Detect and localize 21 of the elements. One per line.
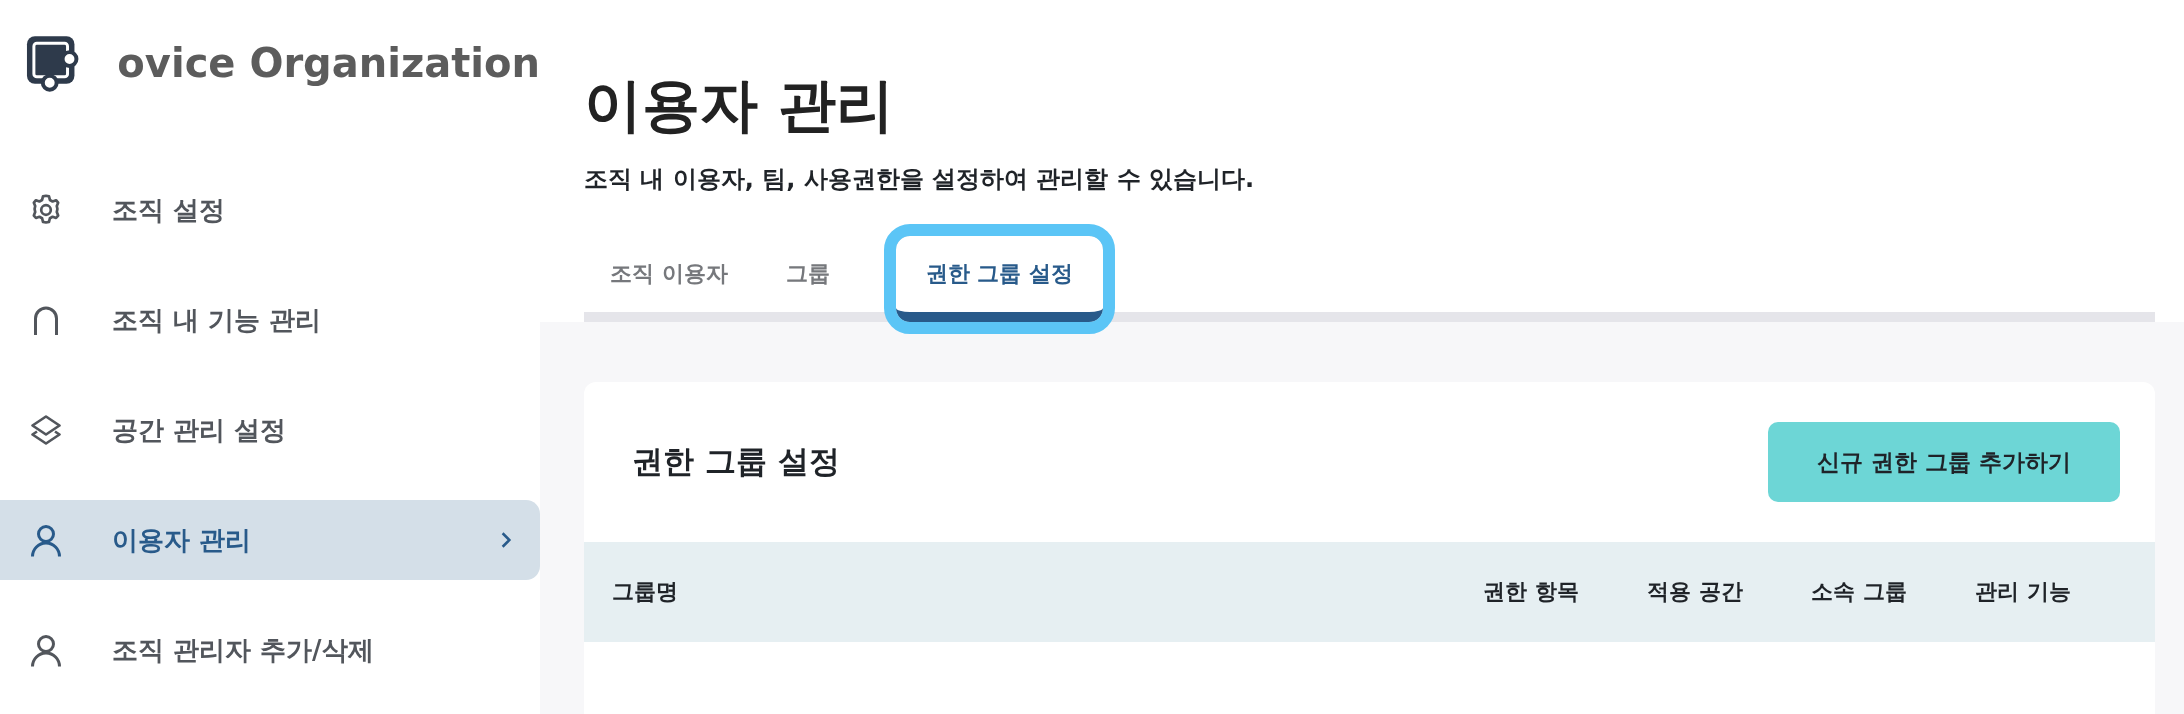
sidebar-item[interactable]: 조직 내 기능 관리	[0, 280, 540, 360]
column-header: 그룹명	[612, 578, 679, 606]
sidebar-item[interactable]: 공간 관리 설정	[0, 390, 540, 470]
person-icon	[28, 632, 64, 668]
column-header: 적용 공간	[1646, 578, 1744, 606]
column-header: 권한 항목	[1482, 578, 1580, 606]
panel-title: 권한 그룹 설정	[632, 442, 840, 481]
chevron-right-icon	[500, 531, 512, 549]
page-subtitle: 조직 내 이용자, 팀, 사용권한을 설정하여 관리할 수 있습니다.	[584, 164, 1256, 195]
page-title: 이용자 관리	[584, 70, 896, 141]
column-header: 관리 기능	[1974, 578, 2072, 606]
person-icon	[28, 522, 64, 558]
tab[interactable]: 조직 이용자	[584, 236, 754, 312]
organization-name: ovice Organization	[117, 40, 540, 86]
tab[interactable]: 그룹	[759, 236, 856, 312]
sidebar-item[interactable]: 이용자 관리	[0, 500, 540, 580]
layers-icon	[28, 412, 64, 448]
sidebar-item[interactable]: 조직 관리자 추가/삭제	[0, 610, 540, 690]
sidebar-item[interactable]: 조직 설정	[0, 170, 540, 250]
column-header: 소속 그룹	[1810, 578, 1908, 606]
add-group-button[interactable]: 신규 권한 그룹 추가하기	[1768, 422, 2120, 502]
